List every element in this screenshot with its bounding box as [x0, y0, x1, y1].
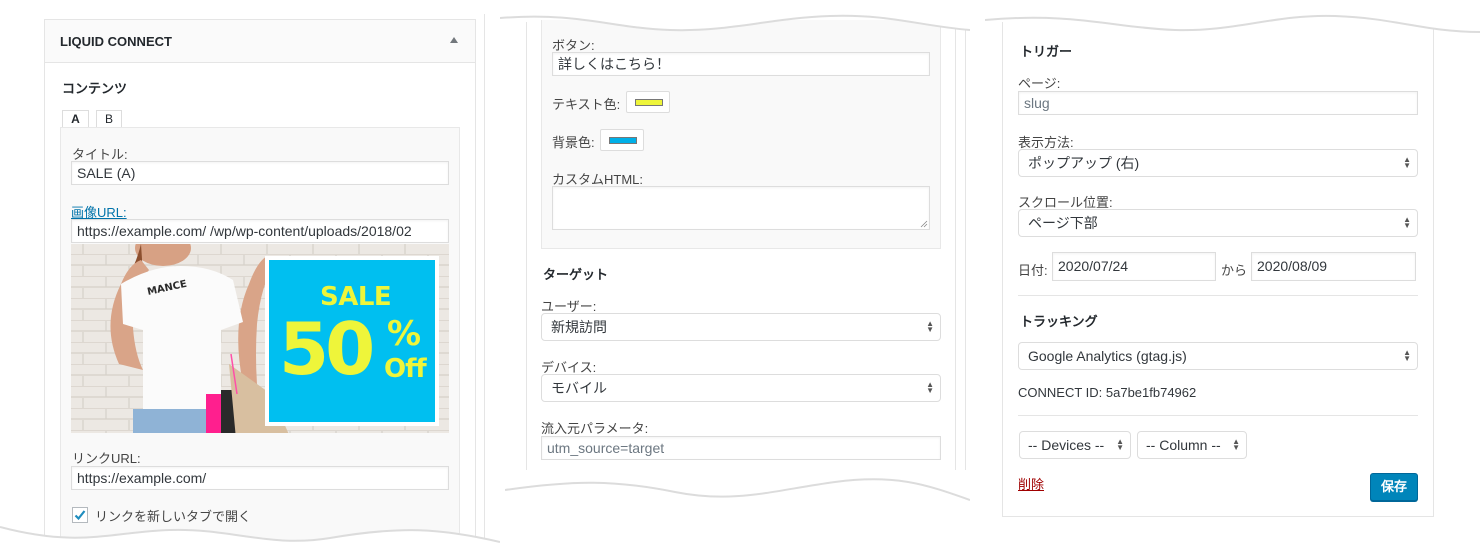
- display-method-select[interactable]: ポップアップ (右) ▲ ▼: [1018, 149, 1418, 177]
- device-select-value: モバイル: [551, 380, 607, 396]
- title-input[interactable]: SALE (A): [71, 161, 449, 185]
- date-label: 日付:: [1018, 263, 1048, 278]
- resize-handle-icon[interactable]: [920, 220, 928, 228]
- banner-percent-sign: %: [387, 314, 422, 354]
- target-heading: ターゲット: [543, 267, 609, 282]
- panel2-left-border: [526, 22, 527, 470]
- text-color-swatch: [635, 99, 663, 106]
- select-arrows-icon: ▲ ▼: [1232, 437, 1240, 452]
- panel2-outer-border: [965, 22, 966, 470]
- user-select-value: 新規訪問: [551, 319, 607, 335]
- metabox-header[interactable]: LIQUID CONNECT: [45, 20, 475, 63]
- link-url-label: リンクURL:: [72, 451, 141, 466]
- panel2-right-border: [955, 22, 956, 470]
- image-url-input[interactable]: https://example.com/ /wp/wp-content/uplo…: [71, 219, 449, 243]
- scroll-position-select[interactable]: ページ下部 ▲ ▼: [1018, 209, 1418, 237]
- section-divider: [1018, 295, 1418, 296]
- text-color-label: テキスト色:: [552, 97, 621, 112]
- select-arrows-icon: ▲ ▼: [1116, 437, 1124, 452]
- select-arrows-icon: ▲ ▼: [1403, 155, 1411, 170]
- text-color-picker[interactable]: [626, 91, 670, 113]
- section-divider: [1018, 415, 1418, 416]
- date-to-input[interactable]: 2020/08/09: [1251, 252, 1416, 281]
- save-button[interactable]: 保存: [1370, 473, 1418, 501]
- devices-select-value: -- Devices --: [1028, 437, 1105, 453]
- page-input[interactable]: slug: [1018, 91, 1418, 115]
- banner-off-text: Off: [384, 354, 427, 384]
- date-separator: から: [1221, 263, 1248, 278]
- bg-color-label: 背景色:: [552, 135, 595, 150]
- tracking-select-value: Google Analytics (gtag.js): [1028, 348, 1187, 364]
- display-method-value: ポップアップ (右): [1028, 155, 1140, 171]
- connect-id-text: CONNECT ID: 5a7be1fb74962: [1018, 385, 1197, 400]
- tab-a[interactable]: A: [62, 110, 89, 127]
- column-select-value: -- Column --: [1146, 437, 1221, 453]
- column-select[interactable]: -- Column -- ▲ ▼: [1137, 431, 1247, 459]
- page-label: ページ:: [1018, 76, 1061, 91]
- device-select[interactable]: モバイル ▲ ▼: [541, 374, 941, 402]
- torn-edge-bottom: [505, 478, 970, 510]
- delete-link[interactable]: 削除: [1018, 474, 1044, 493]
- torn-edge-bottom: [0, 526, 500, 560]
- bg-color-picker[interactable]: [600, 129, 644, 151]
- trigger-heading: トリガー: [1020, 44, 1073, 59]
- torn-edge-top: [985, 0, 1480, 33]
- tab-b[interactable]: B: [96, 110, 122, 127]
- contents-heading: コンテンツ: [62, 81, 128, 96]
- scroll-position-value: ページ下部: [1028, 215, 1098, 231]
- source-param-label: 流入元パラメータ:: [541, 421, 649, 436]
- panel3-bottom-border: [1002, 516, 1434, 517]
- panel3-right-border: [1433, 22, 1434, 516]
- user-select[interactable]: 新規訪問 ▲ ▼: [541, 313, 941, 341]
- banner-percent-number: 50: [279, 307, 375, 391]
- torn-edge-top: [500, 0, 970, 32]
- tracking-select[interactable]: Google Analytics (gtag.js) ▲ ▼: [1018, 342, 1418, 370]
- link-url-input[interactable]: https://example.com/: [71, 466, 449, 490]
- devices-select[interactable]: -- Devices -- ▲ ▼: [1019, 431, 1131, 459]
- banner-image: MANCE SALE 50 % Off: [71, 244, 449, 433]
- select-arrows-icon: ▲ ▼: [1403, 215, 1411, 230]
- source-param-input[interactable]: utm_source=target: [541, 436, 941, 460]
- select-arrows-icon: ▲ ▼: [926, 319, 934, 334]
- button-text-input[interactable]: 詳しくはこちら！: [552, 52, 930, 76]
- custom-html-textarea[interactable]: [552, 186, 930, 230]
- column-divider: [484, 14, 485, 544]
- triangle-up-icon[interactable]: [450, 37, 458, 43]
- bg-color-swatch: [609, 137, 637, 144]
- panel3-left-border: [1002, 22, 1003, 516]
- select-arrows-icon: ▲ ▼: [1403, 348, 1411, 363]
- select-arrows-icon: ▲ ▼: [926, 380, 934, 395]
- date-from-input[interactable]: 2020/07/24: [1052, 252, 1216, 281]
- tracking-heading: トラッキング: [1020, 314, 1098, 329]
- metabox-title: LIQUID CONNECT: [60, 34, 172, 49]
